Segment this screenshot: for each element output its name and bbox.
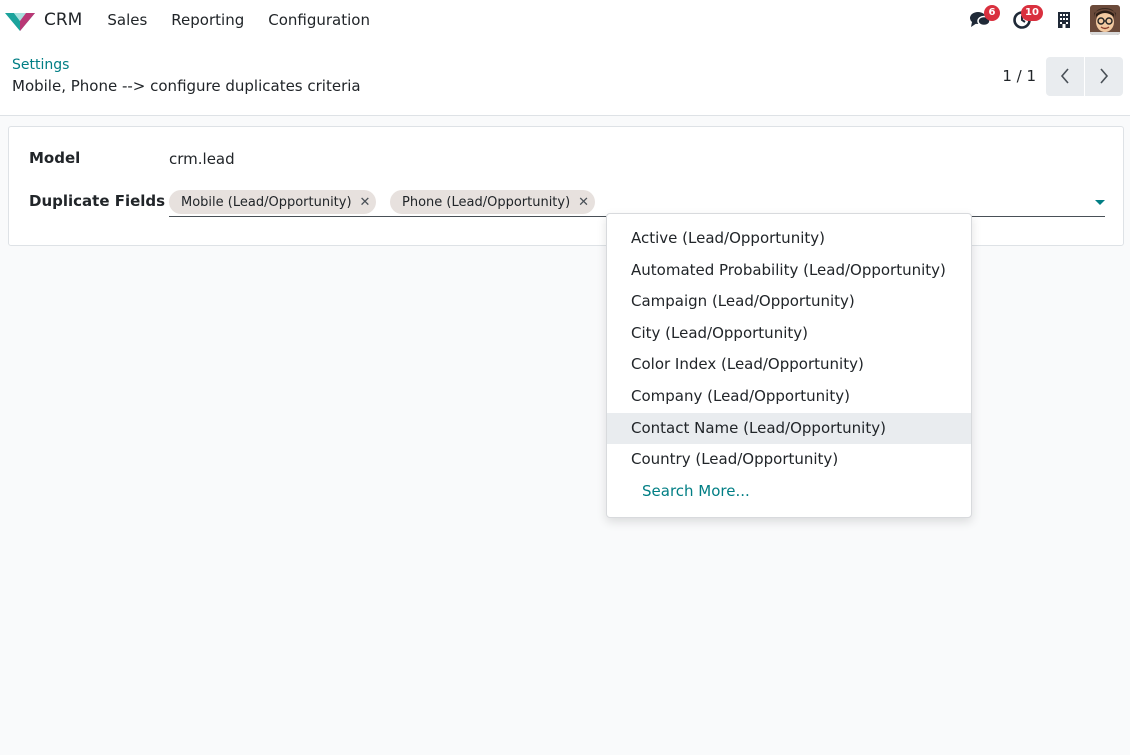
autocomplete-dropdown: Active (Lead/Opportunity) Automated Prob… [606,213,972,518]
dropdown-option-color-index[interactable]: Color Index (Lead/Opportunity) [607,349,971,381]
systray: 6 10 [964,0,1130,40]
menu-item-configuration[interactable]: Configuration [256,11,382,29]
messages-button[interactable]: 6 [964,0,1000,40]
crm-logo-icon [5,13,35,31]
company-switcher-button[interactable] [1048,0,1080,40]
messages-count-badge: 6 [984,5,1000,21]
model-label: Model [29,149,81,167]
pager-value[interactable]: 1 / 1 [1002,67,1036,85]
tag-phone: Phone (Lead/Opportunity) ✕ [390,190,596,214]
tag-mobile-remove-icon[interactable]: ✕ [360,195,371,210]
pager-next-button[interactable] [1085,56,1123,96]
top-navbar: CRM Sales Reporting Configuration 6 10 [0,0,1130,40]
dropdown-option-country[interactable]: Country (Lead/Opportunity) [607,444,971,476]
tag-mobile-label: Mobile (Lead/Opportunity) [181,194,352,210]
app-name[interactable]: CRM [44,10,82,30]
pager-previous-button[interactable] [1046,56,1084,96]
pager: 1 / 1 [1002,56,1130,96]
dropdown-option-city[interactable]: City (Lead/Opportunity) [607,318,971,350]
tag-mobile: Mobile (Lead/Opportunity) ✕ [169,190,377,214]
breadcrumb-current-record: Mobile, Phone --> configure duplicates c… [12,77,361,95]
tag-phone-remove-icon[interactable]: ✕ [578,195,589,210]
building-icon [1058,12,1070,28]
caret-down-icon[interactable] [1095,200,1105,205]
menu-item-reporting[interactable]: Reporting [159,11,256,29]
dropdown-option-campaign[interactable]: Campaign (Lead/Opportunity) [607,286,971,318]
dropdown-option-company[interactable]: Company (Lead/Opportunity) [607,381,971,413]
breadcrumb-settings-link[interactable]: Settings [12,57,69,73]
dropdown-option-contact-name[interactable]: Contact Name (Lead/Opportunity) [607,412,971,445]
tag-phone-label: Phone (Lead/Opportunity) [402,194,571,210]
chevron-left-icon [1060,68,1069,84]
menu-item-sales[interactable]: Sales [95,11,159,29]
control-panel: Settings Mobile, Phone --> configure dup… [0,40,1130,116]
activities-button[interactable]: 10 [1006,0,1043,40]
model-value: crm.lead [169,150,235,168]
duplicate-fields-label: Duplicate Fields [29,192,166,210]
app-brand[interactable]: CRM [4,8,82,32]
main-menu: Sales Reporting Configuration [95,11,382,29]
dropdown-option-automated-probability[interactable]: Automated Probability (Lead/Opportunity) [607,255,971,287]
user-avatar-icon [1090,5,1120,35]
chevron-right-icon [1100,68,1109,84]
dropdown-option-active[interactable]: Active (Lead/Opportunity) [607,223,971,255]
user-avatar[interactable] [1090,5,1120,35]
search-more-link[interactable]: Search More... [607,476,971,508]
activities-count-badge: 10 [1021,5,1043,21]
